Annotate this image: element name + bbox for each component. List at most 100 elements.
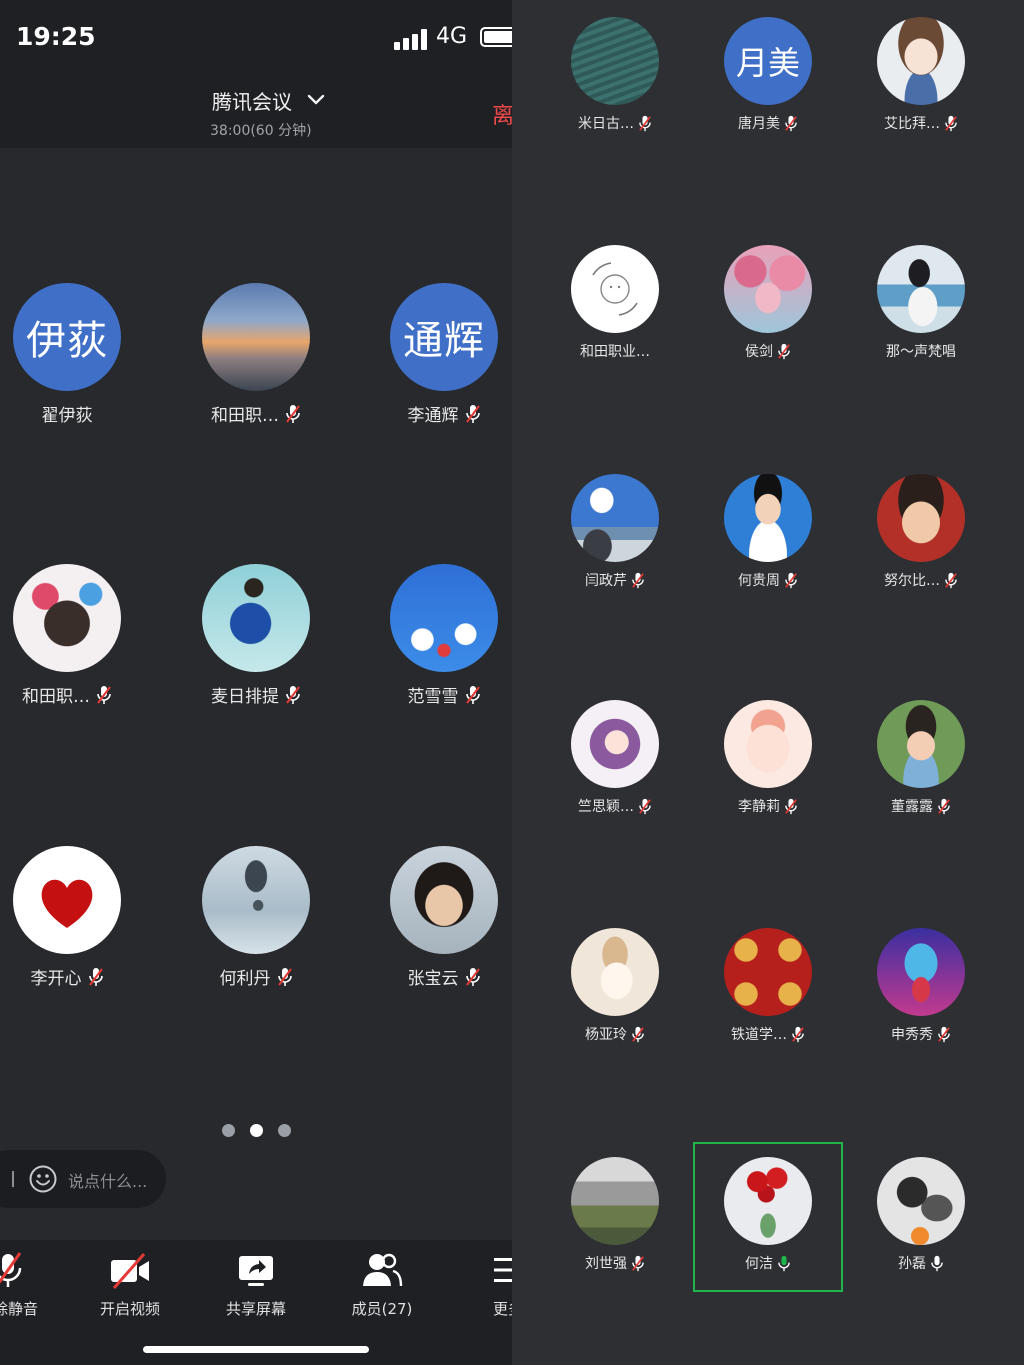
chevron-down-icon[interactable] [306,92,326,108]
participant-name: 何洁 [745,1256,773,1272]
participant-grid: 米日古… 月美 唐月美 艾比拜… 和田职业… 侯剑 那～声梵唱 闫政芹 何贵周 [512,0,1024,1365]
home-indicator[interactable] [143,1346,369,1353]
participant-tile[interactable]: 和田职… [2,564,132,707]
avatar [571,245,659,333]
participant-name: 张宝云 [407,969,459,989]
participant-name: 铁道学… [731,1027,787,1043]
avatar: 通辉 [390,283,498,391]
participant-tile[interactable]: 通辉 李通辉 [379,283,509,426]
network-type: 4G [436,24,468,49]
signal-icon [394,28,430,50]
avatar [202,564,310,672]
chat-input[interactable]: 说点什么... [0,1150,166,1208]
divider [12,1171,14,1187]
participant-tile[interactable]: 董露露 [851,700,991,816]
meeting-duration: 38:00(60 分钟) [210,123,312,139]
participant-name: 米日古… [578,116,634,132]
participant-tile[interactable]: 张宝云 [379,846,509,989]
members-button[interactable]: 成员(27) [332,1250,432,1319]
participant-name: 唐月美 [738,116,780,132]
mic-muted-icon [792,1026,804,1042]
avatar [13,846,121,954]
avatar [571,928,659,1016]
mic-muted-icon [0,1252,22,1287]
share-screen-button[interactable]: 共享屏幕 [206,1250,306,1319]
participant-tile[interactable]: 何利丹 [191,846,321,989]
participant-name: 何利丹 [219,969,271,989]
avatar [571,474,659,562]
host-badge-icon [911,1227,929,1245]
page-indicator[interactable] [222,1124,302,1138]
status-bar: 19:25 4G [0,0,512,78]
mic-muted-icon [785,572,797,588]
participant-tile[interactable]: 那～声梵唱 [851,245,991,361]
mic-icon [931,1255,943,1271]
participant-tile[interactable]: 杨亚玲 [545,928,685,1044]
participant-tile[interactable]: 竺思颖… [545,700,685,816]
participant-tile[interactable]: 刘世强 [545,1157,685,1273]
participant-tile[interactable]: 米日古… [545,17,685,133]
participant-tile[interactable]: 和田职… [191,283,321,426]
avatar [724,1157,812,1245]
participant-name: 和田职业… [580,344,650,360]
avatar [877,474,965,562]
mic-muted-icon [785,798,797,814]
tool-label: 解除静音 [0,1300,38,1318]
meeting-title[interactable]: 腾讯会议 [212,86,292,115]
participant-name: 麦日排提 [211,687,279,707]
chat-placeholder: 说点什么... [68,1172,148,1191]
avatar [202,283,310,391]
mic-muted-icon [778,343,790,359]
status-time: 19:25 [16,22,96,51]
avatar [724,700,812,788]
avatar [571,17,659,105]
participant-tile[interactable]: 和田职业… [545,245,685,361]
main-meeting-view: 19:25 4G 腾讯会议 38:00(60 分钟) 离 伊荻 翟伊荻 和田职…… [0,0,512,1365]
participant-tile[interactable]: 闫政芹 [545,474,685,590]
avatar [202,846,310,954]
emoji-icon[interactable] [28,1164,58,1194]
participant-tile[interactable]: 铁道学… [698,928,838,1044]
start-video-button[interactable]: 开启视频 [80,1250,180,1319]
face-sketch-icon [592,262,638,316]
participant-tile[interactable]: 孙磊 [851,1157,991,1273]
participant-name: 孙磊 [898,1256,926,1272]
participant-name: 和田职… [211,406,279,426]
menu-icon [494,1258,512,1282]
avatar [390,564,498,672]
participant-tile[interactable]: 侯剑 [698,245,838,361]
more-button[interactable]: 更多 [458,1250,512,1319]
leave-button[interactable]: 离 [492,98,512,130]
participant-name: 努尔比… [884,573,940,589]
members-icon [363,1253,403,1287]
avatar [390,846,498,954]
participant-tile[interactable]: 何洁 [698,1157,838,1273]
mic-muted-icon [88,967,103,986]
video-off-icon [111,1253,149,1289]
participant-tile[interactable]: 麦日排提 [191,564,321,707]
participant-tile[interactable]: 何贵周 [698,474,838,590]
participant-tile[interactable]: 月美 唐月美 [698,17,838,133]
participant-name: 和田职… [22,687,90,707]
participant-name: 申秀秀 [891,1027,933,1043]
participant-name: 杨亚玲 [585,1027,627,1043]
avatar [877,1157,965,1245]
meeting-header: 腾讯会议 38:00(60 分钟) 离 [0,78,512,148]
participant-tile[interactable]: 伊荻 翟伊荻 [2,283,132,426]
avatar [877,928,965,1016]
participant-tile[interactable]: 李静莉 [698,700,838,816]
participant-tile[interactable]: 艾比拜… [851,17,991,133]
tool-label: 共享屏幕 [225,1300,286,1318]
mic-muted-icon [945,572,957,588]
participant-name: 李静莉 [738,799,780,815]
participant-name: 艾比拜… [884,116,940,132]
avatar [877,700,965,788]
mic-muted-icon [785,115,797,131]
participant-tile[interactable]: 范雪雪 [379,564,509,707]
participant-tile[interactable]: 申秀秀 [851,928,991,1044]
mute-button[interactable]: 解除静音 [0,1250,58,1319]
participant-tile[interactable]: 努尔比… [851,474,991,590]
mic-muted-icon [639,115,651,131]
participant-name: 刘世强 [585,1256,627,1272]
participant-tile[interactable]: 李开心 [2,846,132,989]
